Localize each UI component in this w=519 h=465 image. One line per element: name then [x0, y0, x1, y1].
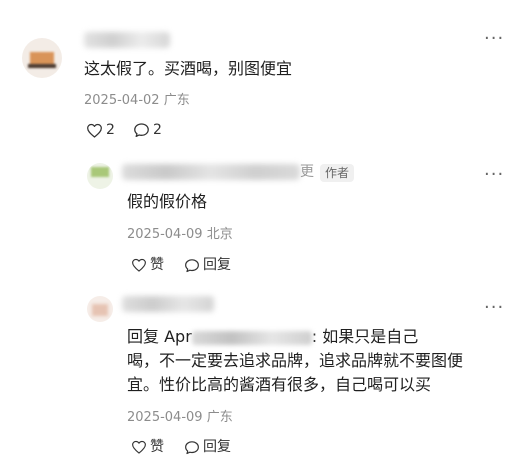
comment-bubble-icon [134, 123, 149, 138]
heart-icon [87, 123, 102, 138]
heart-icon [132, 258, 146, 272]
comment-text-line3: 宜。性价比高的酱酒有很多，自己喝可以买 [127, 375, 432, 394]
like-count: 2 [106, 122, 115, 138]
like-label: 赞 [150, 257, 164, 273]
heart-icon [132, 440, 146, 454]
reply-label: 回复 [203, 257, 231, 273]
comment-location: 北京 [206, 227, 233, 242]
comment-bubble-icon [185, 440, 199, 454]
reply-count: 2 [153, 122, 162, 138]
like-label: 赞 [150, 439, 164, 455]
comment-date: 2025-04-09 [127, 410, 203, 425]
like-button[interactable]: 赞 [131, 257, 164, 273]
comment-location: 广东 [206, 410, 233, 425]
more-options-icon[interactable]: ··· [484, 30, 504, 48]
comment-text-line1: : 如果只是自己 [311, 327, 419, 346]
comment-text-line2: 喝，不一定要去追求品牌，追求品牌就不要图便 [127, 351, 464, 370]
comment-meta: 2025-04-09 北京 [127, 227, 233, 243]
username-redacted[interactable] [84, 32, 170, 48]
comment-bubble-icon [185, 258, 199, 272]
comment-location: 广东 [163, 93, 190, 108]
like-button[interactable]: 2 [86, 122, 115, 138]
comment-text: 假的假价格 [127, 192, 208, 211]
author-tag: 作者 [320, 164, 355, 182]
username-redacted[interactable] [122, 296, 214, 312]
like-button[interactable]: 赞 [131, 439, 164, 455]
comment-date: 2025-04-02 [84, 93, 160, 108]
comment-text: 这太假了。买酒喝，别图便宜 [84, 59, 293, 78]
avatar[interactable] [22, 38, 62, 78]
comment-meta: 2025-04-09 广东 [127, 410, 233, 426]
comment-date: 2025-04-09 [127, 227, 203, 242]
reply-button[interactable]: 回复 [184, 439, 231, 455]
comment-text: 回复 Apr : 如果只是自己 喝，不一定要去追求品牌，追求品牌就不要图便 宜。性… [127, 325, 507, 397]
username-redacted[interactable] [122, 164, 300, 180]
username-suffix: 更 [300, 164, 314, 180]
comment-meta: 2025-04-02 广东 [84, 93, 190, 109]
avatar[interactable] [87, 163, 113, 189]
more-options-icon[interactable]: ··· [484, 166, 504, 184]
reply-button[interactable]: 2 [133, 122, 162, 138]
reply-label: 回复 [203, 439, 231, 455]
more-options-icon[interactable]: ··· [484, 299, 504, 317]
comment-thread: ··· 这太假了。买酒喝，别图便宜 2025-04-02 广东 2 2 更 作者… [0, 0, 519, 465]
avatar[interactable] [87, 296, 113, 322]
reply-prefix: 回复 Apr [127, 327, 192, 346]
reply-button[interactable]: 回复 [184, 257, 231, 273]
mention-redacted[interactable] [191, 330, 312, 345]
